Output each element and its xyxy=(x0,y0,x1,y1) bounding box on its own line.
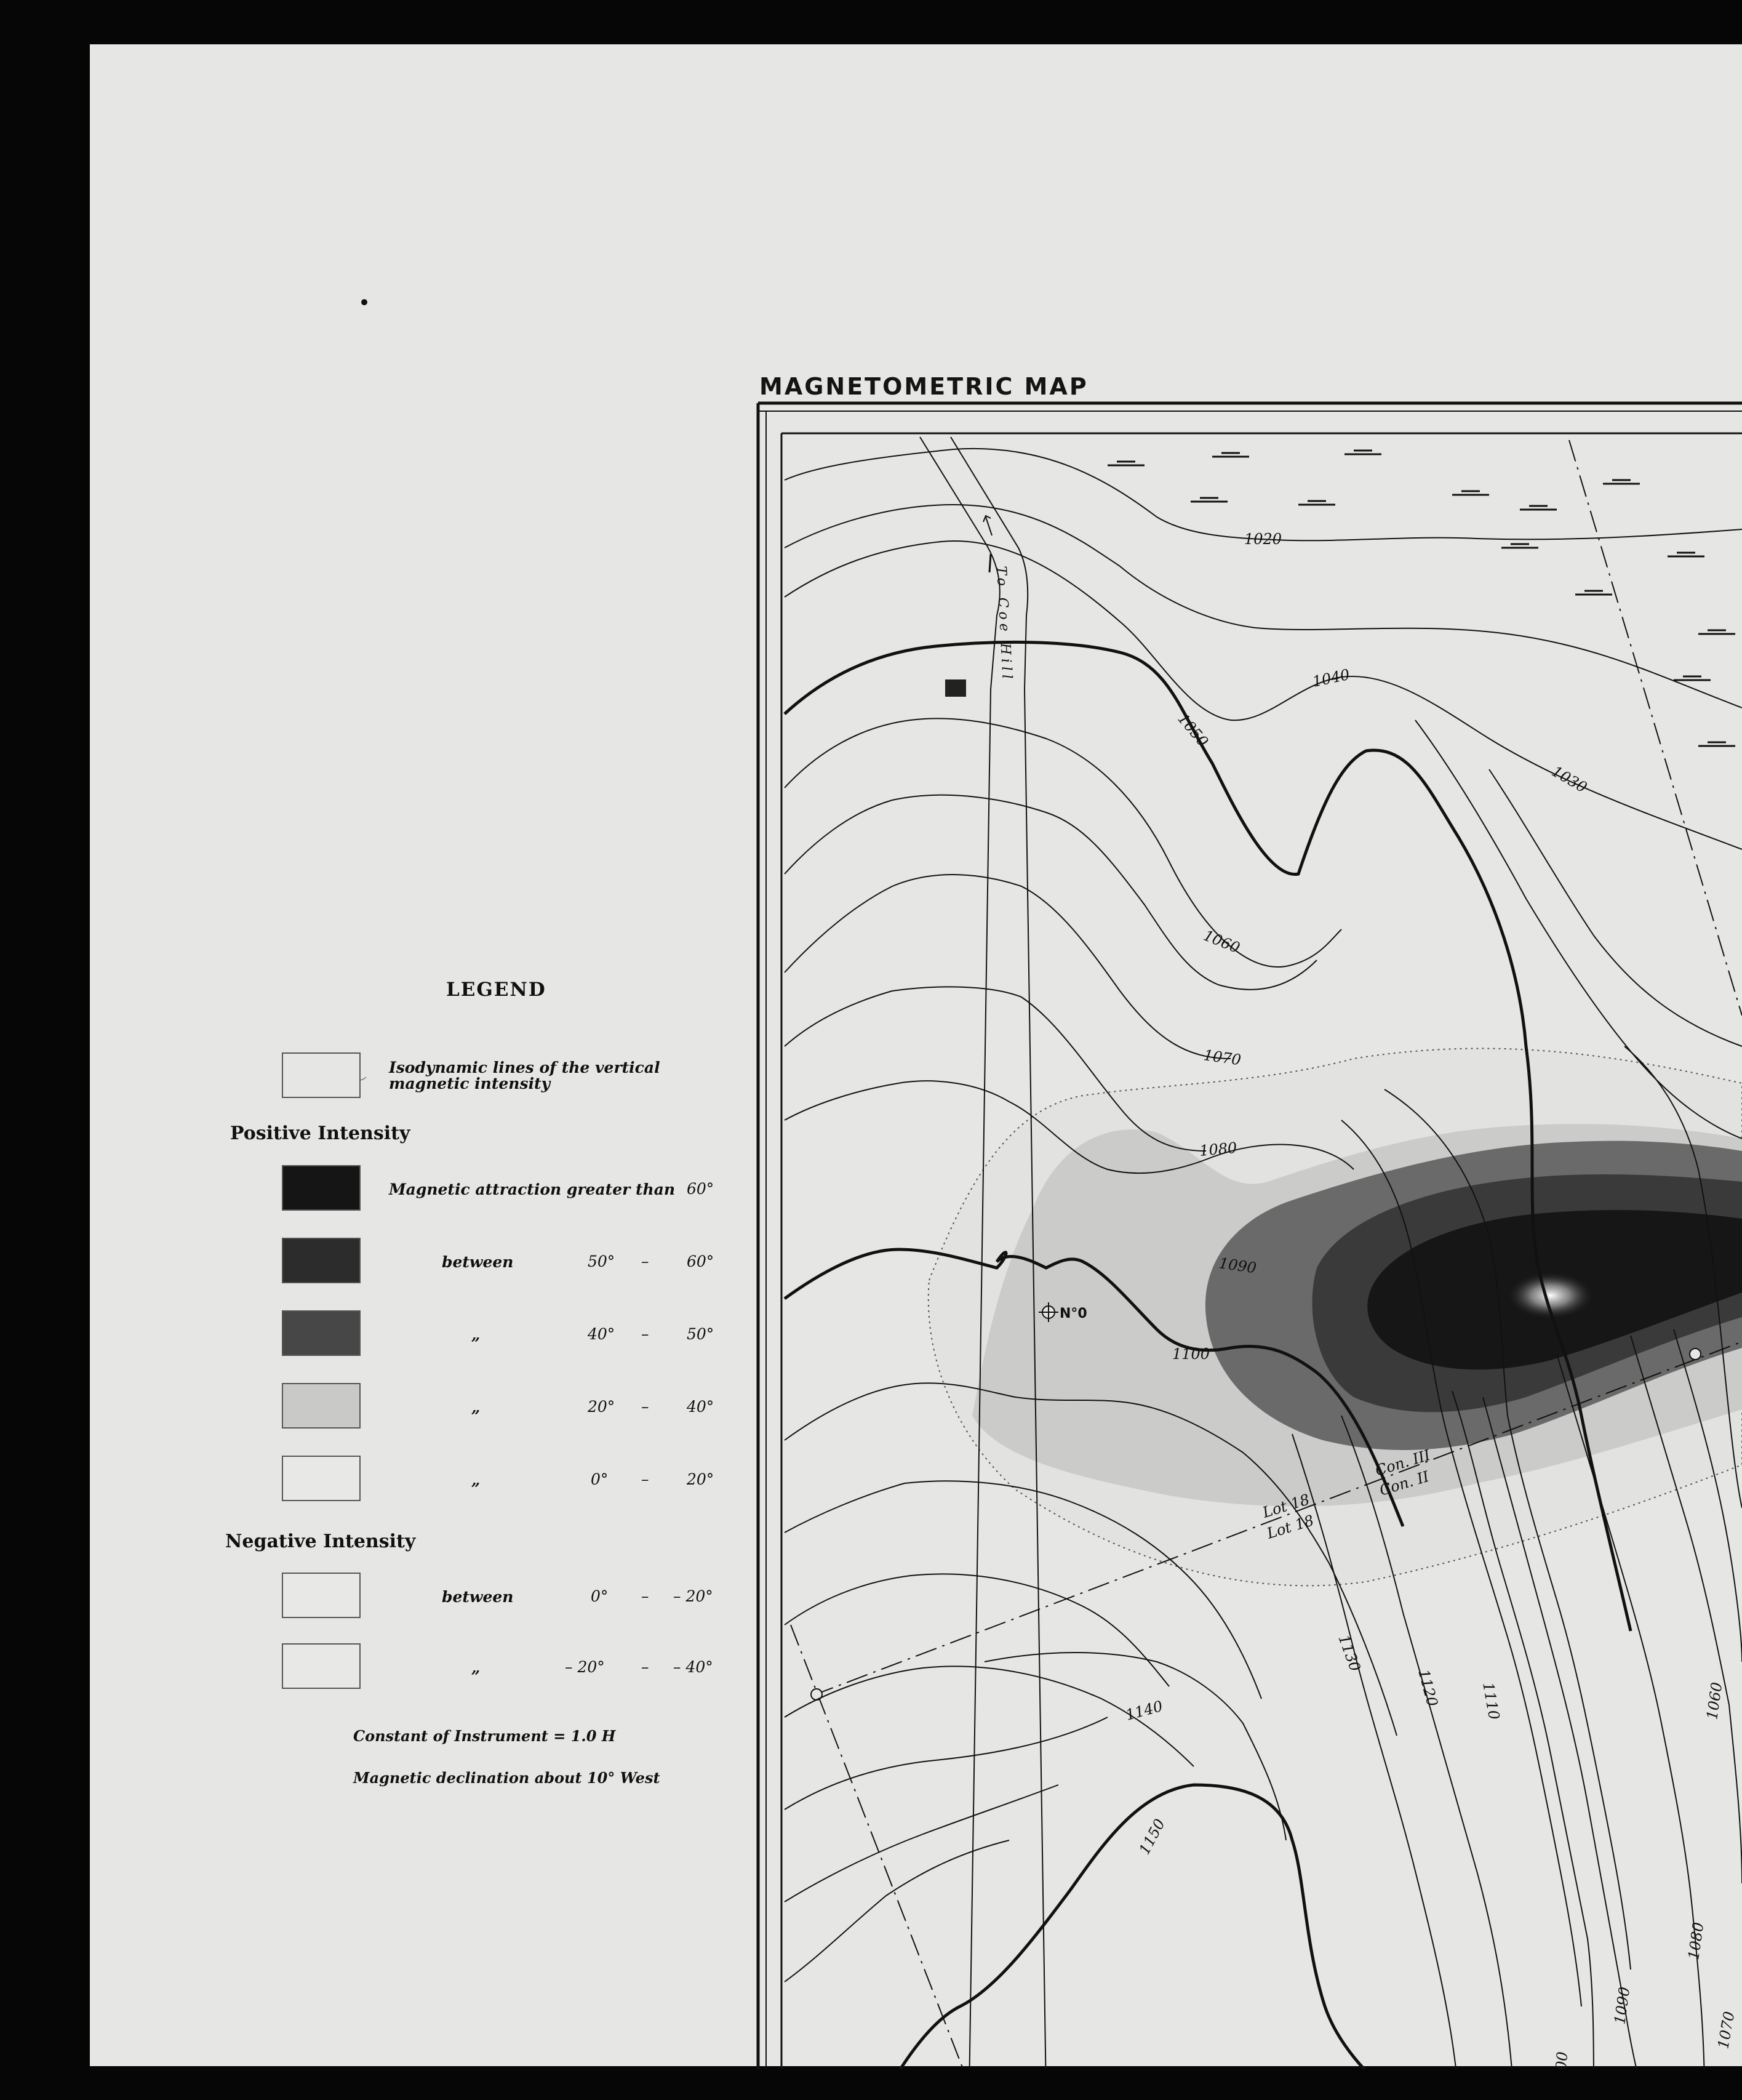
contour-label-1060-b: 1060 xyxy=(1703,1681,1725,1720)
row-0-20-dash: – xyxy=(641,1470,649,1488)
row-neg-20-40-dash: – xyxy=(641,1658,649,1676)
contour-label-1060: 1060 xyxy=(1201,927,1242,957)
row-40-50-dash: – xyxy=(641,1325,649,1343)
row-neg-20-40-from: – 20° xyxy=(565,1658,605,1676)
row-neg-0-20-from: 0° xyxy=(591,1587,609,1605)
row-20-40-dash: – xyxy=(641,1398,649,1416)
isodynamic-text-line2: magnetic intensity xyxy=(389,1075,551,1092)
contour-label-1110: 1110 xyxy=(1479,1681,1503,1721)
contour-label-1130: 1130 xyxy=(1335,1632,1364,1673)
contour-label-1040: 1040 xyxy=(1311,666,1351,691)
row-40-50-to: 50° xyxy=(687,1325,714,1343)
negative-intensity-heading: Negative Intensity xyxy=(225,1531,416,1552)
row-50-60-to: 60° xyxy=(687,1252,714,1270)
road-label: To Coe Hill xyxy=(993,566,1015,683)
scanned-map-background: MAGNETOMETRIC MAP 1020 1030 1040 1050 10… xyxy=(0,0,1742,2100)
contour-label-1080: 1080 xyxy=(1199,1139,1237,1160)
swatch-neg-20-40 xyxy=(282,1643,361,1689)
row-0-20-to: 20° xyxy=(687,1470,714,1488)
contour-label-1030: 1030 xyxy=(1549,763,1590,796)
station-label: N°0 xyxy=(1060,1306,1087,1321)
contour-label-1070: 1070 xyxy=(1202,1046,1242,1068)
row-20-40-label: „ xyxy=(471,1398,481,1416)
row-over-60-to: 60° xyxy=(687,1180,714,1198)
row-40-50-label: „ xyxy=(471,1326,481,1344)
contour-label-1070-b: 1070 xyxy=(1714,2010,1738,2050)
swatch-over-60 xyxy=(282,1165,361,1211)
row-20-40-from: 20° xyxy=(588,1398,615,1416)
row-0-20-label: „ xyxy=(471,1471,481,1489)
positive-intensity-heading: Positive Intensity xyxy=(230,1123,410,1144)
row-50-60-dash: – xyxy=(641,1252,649,1270)
contour-label-1090-b: 1090 xyxy=(1611,1986,1633,2025)
swatch-50-60 xyxy=(282,1238,361,1283)
swatch-neg-0-20 xyxy=(282,1573,361,1618)
contour-label-1140: 1140 xyxy=(1124,1697,1164,1724)
swatch-0-20 xyxy=(282,1456,361,1501)
row-neg-0-20-label: between xyxy=(442,1588,514,1606)
swatch-40-50 xyxy=(282,1310,361,1356)
isodynamic-swatch xyxy=(282,1052,361,1098)
row-0-20-from: 0° xyxy=(591,1470,609,1488)
contour-label-1020: 1020 xyxy=(1244,531,1282,548)
row-40-50-from: 40° xyxy=(588,1325,615,1343)
row-20-40-to: 40° xyxy=(687,1398,714,1416)
row-50-60-label: between xyxy=(442,1253,514,1271)
row-neg-20-40-label: „ xyxy=(471,1659,481,1677)
marsh-symbols xyxy=(1108,449,1735,747)
contour-label-1150: 1150 xyxy=(1136,1816,1169,1858)
row-neg-20-40-to: – 40° xyxy=(673,1658,713,1676)
isodynamic-text-line1: Isodynamic lines of the vertical xyxy=(389,1059,660,1076)
contour-label-1120: 1120 xyxy=(1415,1667,1441,1708)
swatch-20-40 xyxy=(282,1383,361,1429)
building-symbol xyxy=(945,679,966,697)
row-neg-0-20-to: – 20° xyxy=(673,1587,713,1605)
row-50-60-from: 50° xyxy=(588,1252,615,1270)
contour-label-1100: 1100 xyxy=(1172,1345,1210,1363)
contour-label-1050: 1050 xyxy=(1174,710,1212,750)
contour-label-1080-b: 1080 xyxy=(1685,1921,1707,1960)
instrument-constant-note: Constant of Instrument = 1.0 H xyxy=(353,1727,616,1745)
declination-note: Magnetic declination about 10° West xyxy=(353,1769,660,1787)
ink-dot xyxy=(361,299,367,305)
row-neg-0-20-dash: – xyxy=(641,1587,649,1605)
row-over-60-label: Magnetic attraction greater than xyxy=(389,1180,676,1198)
legend-title: LEGEND xyxy=(446,979,546,1001)
magnetometric-map: 1020 1030 1040 1050 1060 1070 1080 1090 … xyxy=(0,401,1742,2100)
